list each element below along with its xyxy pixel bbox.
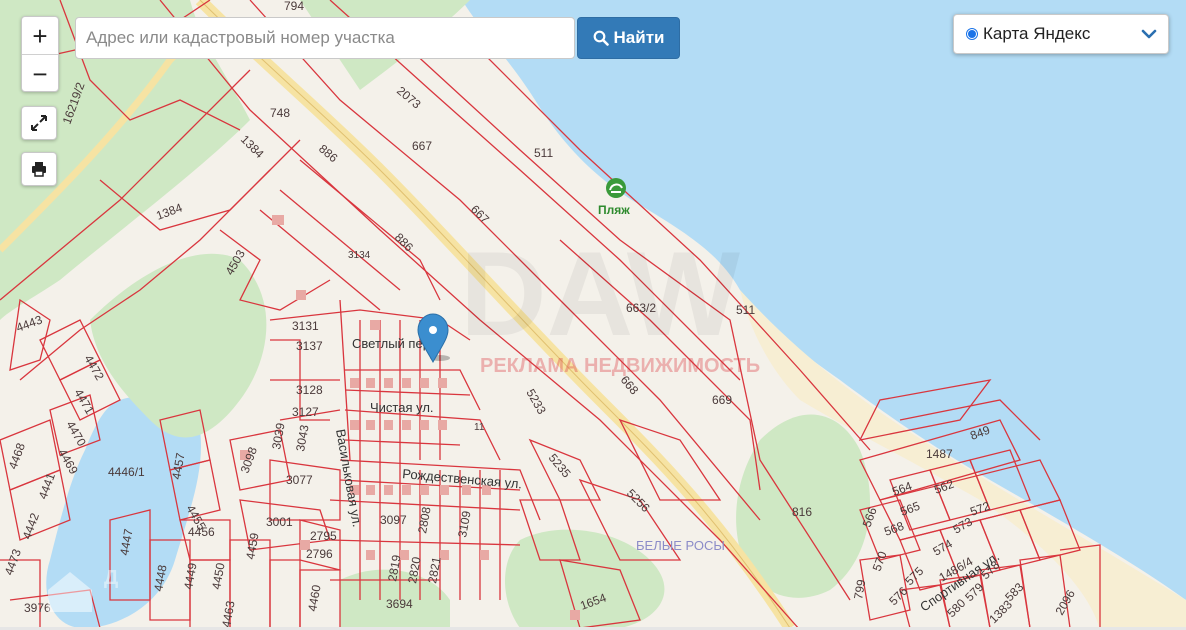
parcel-label: 3134 — [348, 250, 371, 261]
svg-text:Д: Д — [104, 567, 118, 589]
parcel-label: 511 — [534, 146, 553, 160]
cadastral-map[interactable]: DAW РЕКЛАМА НЕДВИЖИМОСТЬ 794 748 2073 16… — [0, 0, 1186, 630]
parcel-label: 3097 — [380, 513, 407, 527]
parcel-label: 3976 — [24, 601, 51, 615]
radio-icon — [966, 28, 978, 40]
parcel-label: 3128 — [296, 383, 323, 397]
parcel-label: 4456 — [188, 525, 215, 539]
search-input[interactable] — [75, 17, 575, 59]
beach-icon — [606, 178, 626, 198]
parcel-label: 669 — [712, 393, 732, 407]
printer-icon — [32, 162, 46, 177]
parcel-label: 3137 — [296, 339, 323, 353]
search-button-label: Найти — [613, 28, 665, 47]
parcel-label: 511 — [736, 303, 755, 317]
watermark-text: РЕКЛАМА НЕДВИЖИМОСТЬ — [480, 355, 760, 377]
parcel-label: 667 — [412, 139, 432, 153]
parcel-label: 816 — [792, 505, 812, 519]
search-button[interactable]: Найти — [577, 17, 680, 59]
parcel-label: 4446/1 — [108, 465, 145, 479]
parcel-label: 3127 — [292, 405, 319, 419]
search-icon — [593, 30, 609, 46]
parcel-label: 11 — [474, 422, 485, 433]
parcel-label: 663/2 — [626, 301, 656, 315]
watermark-logo: DAW — [460, 227, 741, 361]
parcel-label: 748 — [270, 106, 290, 120]
parcel-label: 2796 — [306, 547, 333, 561]
parcel-label: 3131 — [292, 319, 319, 333]
parcel-label: 1487 — [926, 447, 953, 461]
fullscreen-icon — [31, 115, 47, 131]
map-layer-label: Карта Яндекс — [983, 24, 1091, 43]
district-label: БЕЛЫЕ РОСЫ — [636, 538, 725, 553]
parcel-label: 794 — [284, 0, 304, 13]
zoom-control: + − — [21, 16, 59, 92]
parcel-label: 3001 — [266, 515, 293, 529]
fullscreen-button[interactable] — [21, 106, 57, 140]
street-label-chistaya: Чистая ул. — [370, 400, 434, 415]
parcel-label: 2795 — [310, 529, 337, 543]
print-button[interactable] — [21, 152, 57, 186]
parcel-label: 3077 — [286, 473, 313, 487]
zoom-out-button[interactable]: − — [22, 54, 58, 92]
zoom-in-button[interactable]: + — [22, 17, 58, 54]
map-layer-select[interactable]: Карта Яндекс — [953, 14, 1169, 54]
chevron-down-icon — [1141, 29, 1157, 39]
parcel-label: 3694 — [386, 597, 413, 611]
beach-label: Пляж — [598, 203, 630, 217]
